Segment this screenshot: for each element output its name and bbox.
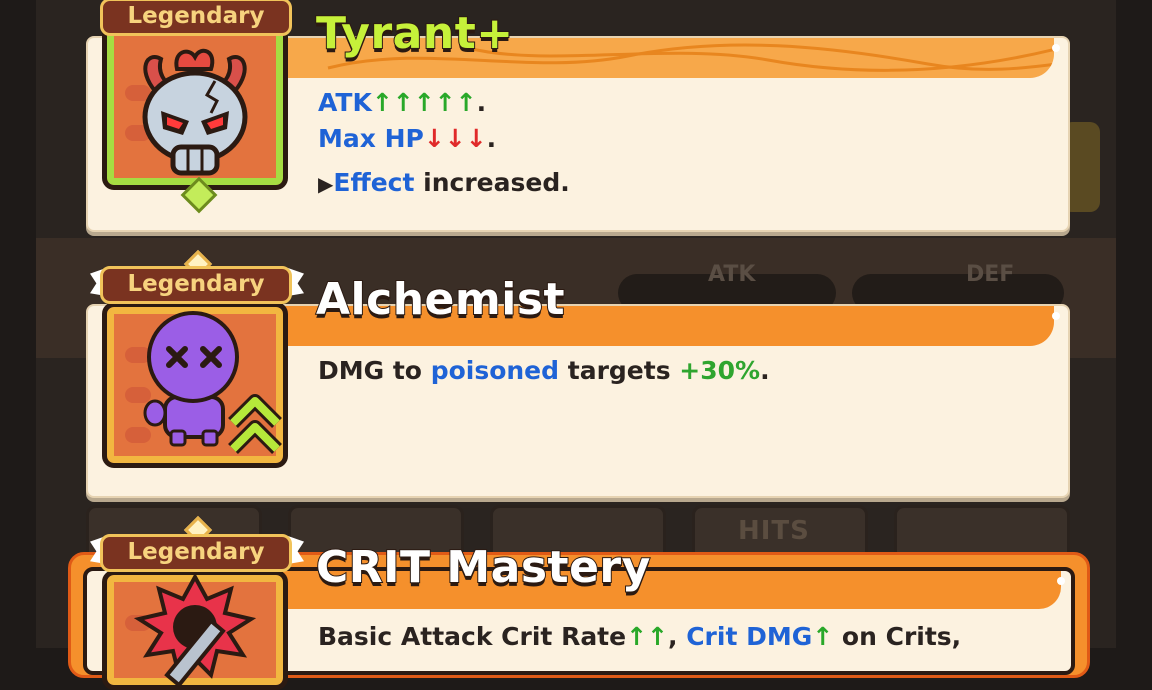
poisoned-keyword: poisoned: [430, 356, 560, 385]
card-corner-dot: [1052, 44, 1060, 52]
rarity-badge: Legendary: [100, 534, 292, 572]
desc-text: on Crits,: [833, 622, 962, 651]
desc-text: ,: [668, 622, 687, 651]
card-corner-dot: [1057, 577, 1065, 585]
skill-title: Tyrant+: [315, 7, 514, 60]
skill-title: Alchemist: [315, 273, 566, 326]
bonus-value: +30%: [679, 356, 761, 385]
skill-desc-line: Max HP↓↓↓.: [318, 124, 496, 153]
skill-desc-line: ATK↑↑↑↑↑.: [318, 88, 486, 117]
period: .: [486, 124, 497, 153]
sword-burst-icon: [133, 575, 257, 685]
double-chevron-up-icon: [228, 394, 282, 454]
rarity-badge: Legendary: [100, 266, 292, 304]
skill-desc-line: DMG to poisoned targets +30%.: [318, 356, 770, 385]
up-arrows-icon: ↑↑: [626, 622, 668, 651]
period: .: [476, 88, 487, 117]
atk-stat: ATK: [318, 88, 372, 117]
rarity-badge: Legendary: [100, 0, 292, 36]
skill-title: CRIT Mastery: [315, 541, 651, 594]
effect-text: increased.: [414, 168, 570, 197]
period: .: [760, 356, 770, 385]
max-hp-stat: Max HP: [318, 124, 424, 153]
effect-keyword: Effect: [333, 168, 415, 197]
skill-portrait-crit-mastery: [102, 570, 288, 690]
desc-text: Basic Attack Crit Rate: [318, 622, 627, 651]
skill-portrait-tyrant: [102, 24, 288, 190]
crit-dmg-keyword: Crit DMG: [686, 622, 813, 651]
demon-skull-icon: [142, 48, 248, 176]
hits-tile-label: HITS: [738, 516, 810, 546]
down-arrows-icon: ↓↓↓: [423, 124, 487, 153]
up-arrows-icon: ↑↑↑↑↑: [371, 88, 477, 117]
def-stat-label: DEF: [966, 262, 1015, 287]
skill-desc-line: ▶Effect increased.: [318, 168, 570, 197]
skill-desc-line: Basic Attack Crit Rate↑↑, Crit DMG↑ on C…: [318, 622, 961, 651]
up-arrow-icon: ↑: [812, 622, 834, 651]
skill-portrait-alchemist: [102, 302, 288, 468]
desc-text: DMG to: [318, 356, 431, 385]
desc-text: targets: [559, 356, 680, 385]
atk-stat-label: ATK: [708, 262, 756, 287]
card-corner-dot: [1052, 312, 1060, 320]
play-marker-icon: ▶: [318, 172, 334, 196]
